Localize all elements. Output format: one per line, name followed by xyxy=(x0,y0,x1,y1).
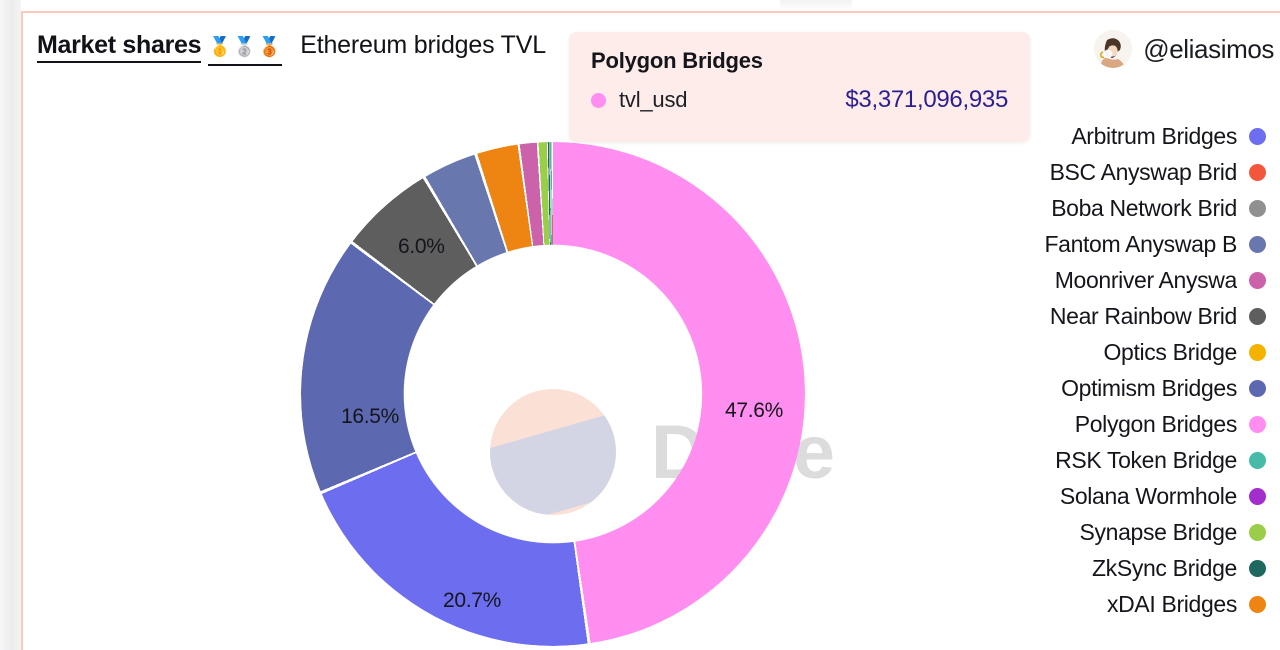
legend-label: ZkSync Bridge xyxy=(1091,554,1237,581)
page-left-gutter xyxy=(0,0,21,650)
legend-label: Boba Network Brid xyxy=(1051,194,1237,221)
legend-color-dot xyxy=(1249,235,1266,253)
legend-color-dot xyxy=(1249,559,1266,577)
legend-color-dot xyxy=(1249,487,1266,505)
legend-color-dot xyxy=(1249,415,1266,433)
dune-chart-card: Market shares 🥇🥈🥉 Ethereum bridges TVL @ xyxy=(21,11,1280,650)
legend-item[interactable]: RSK Token Bridge xyxy=(1018,442,1280,478)
page-title: Market shares 🥇🥈🥉 Ethereum bridges TVL xyxy=(37,31,546,66)
legend-item[interactable]: ZkSync Bridge xyxy=(1018,550,1280,586)
tooltip-row: tvl_usd $3,371,096,935 xyxy=(591,86,1008,114)
legend-color-dot xyxy=(1249,595,1266,613)
legend-label: Optics Bridge xyxy=(1103,338,1237,365)
legend-color-dot xyxy=(1249,307,1266,325)
legend-color-dot xyxy=(1249,163,1266,181)
legend-label: Near Rainbow Brid xyxy=(1049,302,1237,329)
legend: Arbitrum Bridges BSC Anyswap Brid Boba N… xyxy=(1018,118,1280,622)
legend-color-dot xyxy=(1249,451,1266,469)
legend-item[interactable]: Fantom Anyswap B xyxy=(1018,226,1280,262)
dune-logo-mark xyxy=(490,389,616,515)
chart-tooltip: Polygon Bridges tvl_usd $3,371,096,935 xyxy=(569,32,1030,142)
tooltip-series-dot xyxy=(591,92,606,108)
legend-item[interactable]: Solana Wormhole xyxy=(1018,478,1280,514)
slice-label-near: 6.0% xyxy=(398,235,445,258)
legend-item[interactable]: Polygon Bridges xyxy=(1018,406,1280,442)
tooltip-series-key: tvl_usd xyxy=(619,87,688,112)
legend-item[interactable]: Optics Bridge xyxy=(1018,334,1280,370)
legend-item[interactable]: BSC Anyswap Brid xyxy=(1018,154,1280,190)
legend-item[interactable]: Near Rainbow Brid xyxy=(1018,298,1280,334)
title-main-text: Market shares xyxy=(37,31,202,63)
legend-item[interactable]: Arbitrum Bridges xyxy=(1018,118,1280,154)
donut-chart: Dune 47.6% xyxy=(23,71,1023,650)
author-block[interactable]: @eliasimos xyxy=(1094,30,1274,68)
legend-label: Optimism Bridges xyxy=(1061,374,1237,401)
legend-label: xDAI Bridges xyxy=(1106,590,1237,617)
legend-label: Polygon Bridges xyxy=(1074,410,1237,437)
slice-label-polygon: 47.6% xyxy=(725,399,784,422)
page-top-strip xyxy=(780,0,852,8)
legend-label: Fantom Anyswap B xyxy=(1044,230,1237,257)
legend-label: Arbitrum Bridges xyxy=(1071,122,1237,149)
slice-label-arbitrum: 20.7% xyxy=(443,589,502,612)
legend-color-dot xyxy=(1249,379,1266,397)
legend-color-dot xyxy=(1249,271,1266,289)
legend-color-dot xyxy=(1249,523,1266,541)
slice-label-optimism: 16.5% xyxy=(341,405,400,428)
legend-label: Solana Wormhole xyxy=(1059,482,1237,509)
legend-label: BSC Anyswap Brid xyxy=(1049,158,1237,185)
embed-page: Market shares 🥇🥈🥉 Ethereum bridges TVL @ xyxy=(0,0,1280,650)
legend-item[interactable]: Synapse Bridge xyxy=(1018,514,1280,550)
legend-label: Moonriver Anyswa xyxy=(1054,266,1237,293)
legend-item[interactable]: xDAI Bridges xyxy=(1018,586,1280,622)
legend-color-dot xyxy=(1249,127,1266,145)
legend-label: Synapse Bridge xyxy=(1079,518,1237,545)
legend-item[interactable]: Optimism Bridges xyxy=(1018,370,1280,406)
legend-color-dot xyxy=(1249,199,1266,217)
title-subtitle-text: Ethereum bridges TVL xyxy=(300,31,546,59)
legend-item[interactable]: Boba Network Brid xyxy=(1018,190,1280,226)
avatar xyxy=(1094,30,1133,68)
tooltip-series-value: $3,371,096,935 xyxy=(845,86,1008,113)
tooltip-title: Polygon Bridges xyxy=(591,48,763,73)
legend-item[interactable]: Moonriver Anyswa xyxy=(1018,262,1280,298)
author-handle[interactable]: @eliasimos xyxy=(1143,34,1274,65)
legend-color-dot xyxy=(1249,343,1266,361)
legend-label: RSK Token Bridge xyxy=(1055,446,1237,473)
medal-icons: 🥇🥈🥉 xyxy=(208,35,283,66)
